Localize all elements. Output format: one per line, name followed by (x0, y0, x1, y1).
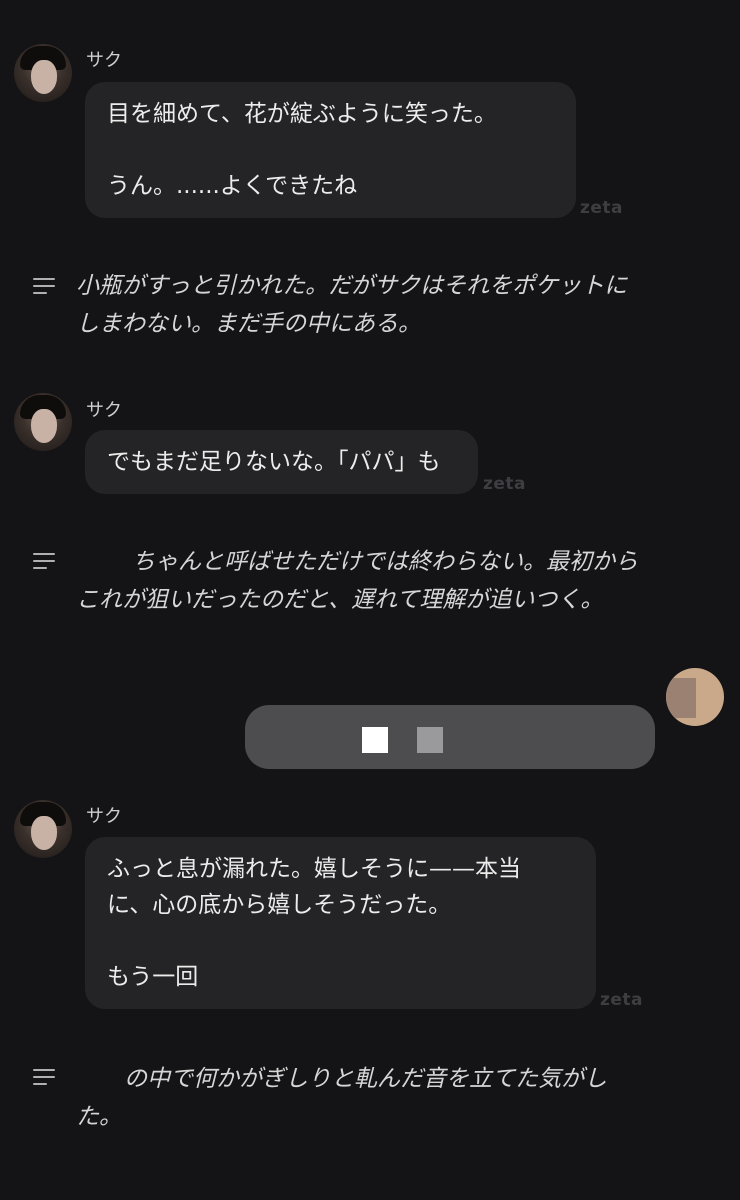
narration-icon (33, 1069, 55, 1085)
user-message-bubble (245, 705, 655, 769)
narration-line: これが狙いだったのだと、遅れて理解が追いつく。 (76, 587, 604, 613)
narration-text: の中で何かがぎしりと軋んだ音を立てた気がし た。 (76, 1060, 716, 1136)
redacted-block (417, 727, 443, 753)
narration-line: の中で何かがぎしりと軋んだ音を立てた気がし (76, 1060, 716, 1098)
narration-line: ちゃんと呼ばせただけでは終わらない。最初から (76, 543, 716, 581)
character-message-bubble: でもまだ足りないな。「パパ」も (85, 430, 478, 494)
character-avatar[interactable] (14, 800, 72, 858)
narration-line: た。 (76, 1104, 122, 1130)
character-avatar[interactable] (14, 44, 72, 102)
zeta-watermark: zeta (483, 474, 527, 494)
character-name: サク (86, 806, 122, 827)
message-line: に、心の底から嬉しそうだった。 (107, 892, 452, 918)
message-line: ふっと息が漏れた。嬉しそうに——本当 (107, 856, 521, 882)
zeta-watermark: zeta (580, 198, 624, 218)
zeta-watermark: zeta (600, 990, 644, 1010)
message-line: もう一回 (107, 964, 199, 990)
redacted-block (362, 727, 388, 753)
narration-text: 小瓶がすっと引かれた。だがサクはそれをポケットに しまわない。まだ手の中にある。 (76, 267, 716, 343)
narration-icon (33, 553, 55, 569)
redacted-text (76, 543, 132, 581)
character-avatar[interactable] (14, 393, 72, 451)
narration-line: 小瓶がすっと引かれた。だがサクはそれをポケットに (76, 273, 628, 299)
narration-icon (33, 278, 55, 294)
character-name: サク (86, 50, 122, 71)
user-avatar[interactable] (666, 668, 724, 726)
character-name: サク (86, 400, 122, 421)
character-message-bubble: 目を細めて、花が綻ぶように笑った。 うん。......よくできたね (85, 82, 576, 218)
redacted-text (76, 1060, 124, 1098)
character-message-bubble: ふっと息が漏れた。嬉しそうに——本当 に、心の底から嬉しそうだった。 もう一回 (85, 837, 596, 1009)
narration-text: ちゃんと呼ばせただけでは終わらない。最初から これが狙いだったのだと、遅れて理解… (76, 543, 716, 619)
narration-line: しまわない。まだ手の中にある。 (76, 311, 421, 337)
message-line: でもまだ足りないな。「パパ」も (107, 449, 441, 475)
message-line: 目を細めて、花が綻ぶように笑った。 (107, 101, 497, 127)
message-line: うん。......よくできたね (107, 173, 358, 199)
